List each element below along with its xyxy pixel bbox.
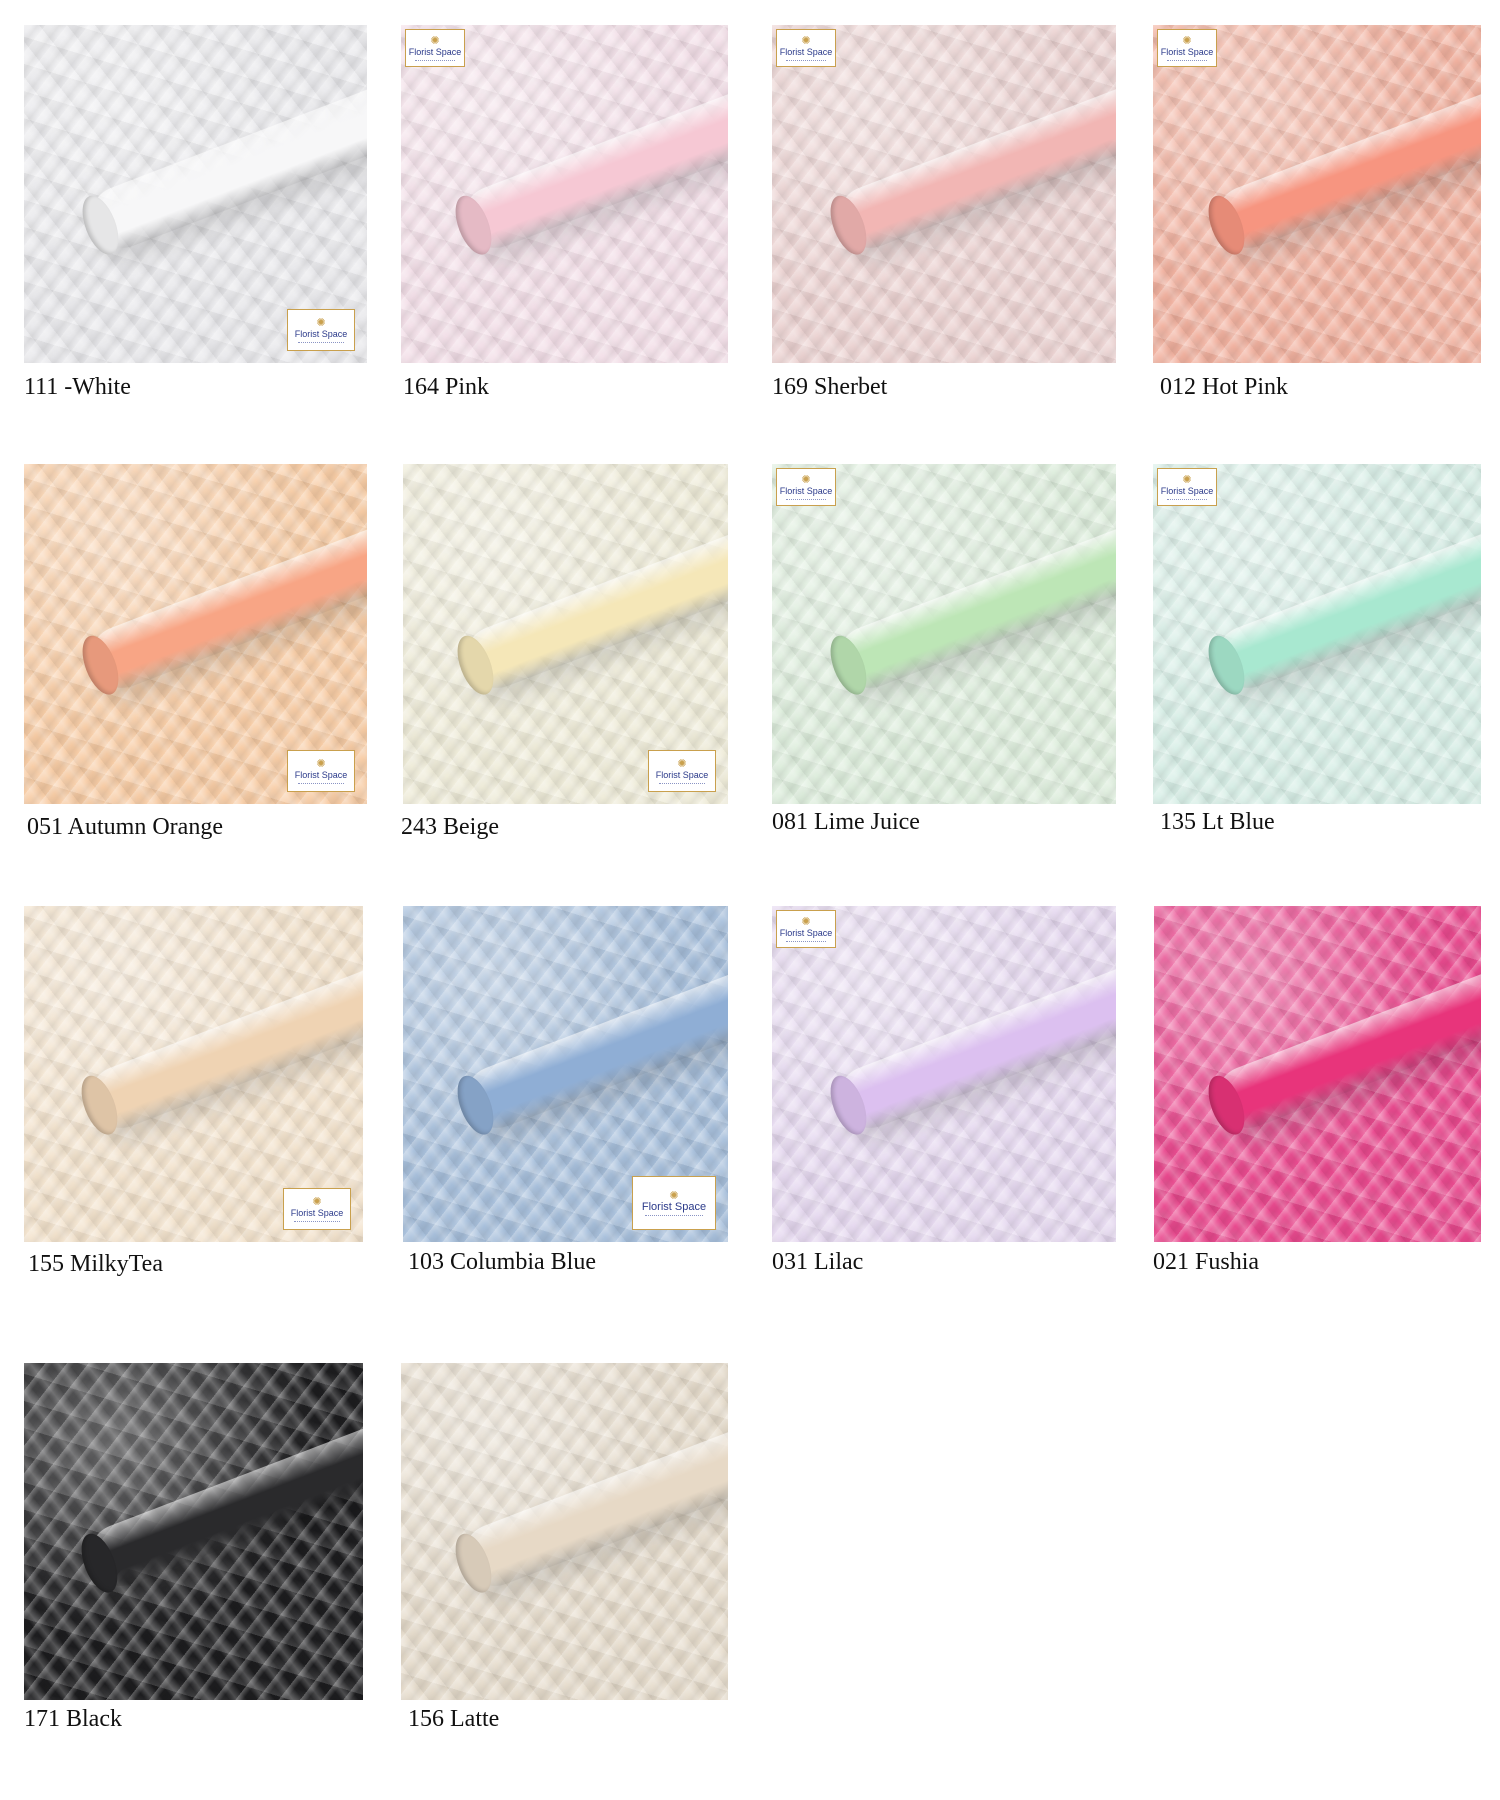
paper-photo: ✺ Florist Space	[1153, 464, 1481, 804]
florist-space-logo: ✺ Florist Space	[287, 309, 355, 351]
swatch-label: 156 Latte	[408, 1706, 500, 1732]
logo-mandala-icon: ✺	[316, 757, 326, 770]
logo-tagline	[785, 940, 827, 942]
swatch-label: 111 -White	[24, 374, 131, 400]
logo-mandala-icon: ✺	[312, 1195, 322, 1208]
logo-tagline	[1166, 498, 1208, 500]
logo-mandala-icon: ✺	[1182, 473, 1192, 486]
logo-tagline	[293, 1220, 341, 1222]
roll-end	[450, 1071, 501, 1140]
logo-mandala-icon: ✺	[677, 757, 687, 770]
swatch-label: 135 Lt Blue	[1160, 809, 1275, 835]
roll-end	[1200, 631, 1252, 700]
paper-roll	[74, 933, 363, 1140]
roll-end	[448, 191, 499, 260]
paper-roll	[823, 491, 1116, 700]
swatch-label: 155 MilkyTea	[28, 1251, 163, 1277]
paper-photo: ✺ Florist Space	[401, 25, 728, 363]
paper-roll	[448, 58, 728, 260]
swatch-label: 081 Lime Juice	[772, 809, 920, 835]
roll-end	[74, 1071, 125, 1140]
florist-space-logo: ✺ Florist Space	[648, 750, 716, 792]
logo-mandala-icon: ✺	[430, 34, 440, 47]
florist-space-logo: ✺ Florist Space	[632, 1176, 716, 1230]
florist-space-logo: ✺ Florist Space	[1157, 29, 1217, 67]
logo-tagline	[658, 782, 706, 784]
logo-mandala-icon: ✺	[801, 473, 811, 486]
paper-roll	[74, 1391, 363, 1598]
paper-roll	[1201, 938, 1481, 1140]
paper-roll	[74, 491, 367, 700]
swatch-label: 243 Beige	[401, 814, 499, 840]
logo-mandala-icon: ✺	[1182, 34, 1192, 47]
roll-end	[823, 1071, 874, 1140]
logo-mandala-icon: ✺	[316, 316, 326, 329]
paper-photo: ✺ Florist Space	[403, 464, 728, 804]
swatch-label: 169 Sherbet	[772, 374, 888, 400]
paper-roll	[1200, 498, 1481, 700]
florist-space-logo: ✺ Florist Space	[287, 750, 355, 792]
florist-space-logo: ✺ Florist Space	[405, 29, 465, 67]
florist-space-logo: ✺ Florist Space	[776, 29, 836, 67]
paper-photo: ✺ Florist Space	[772, 25, 1116, 363]
paper-roll	[74, 51, 367, 260]
paper-roll	[450, 499, 728, 700]
roll-end	[823, 631, 874, 700]
roll-end	[823, 191, 874, 260]
paper-photo: ✺ Florist Space	[24, 464, 367, 804]
swatch-label: 021 Fushia	[1153, 1249, 1260, 1275]
roll-end	[448, 1528, 499, 1598]
florist-space-logo: ✺ Florist Space	[1157, 468, 1217, 506]
paper-roll	[448, 1396, 728, 1598]
roll-end	[74, 631, 126, 700]
swatch-label: 164 Pink	[403, 374, 490, 400]
paper-photo: ✺ Florist Space	[24, 906, 363, 1242]
florist-space-logo: ✺ Florist Space	[776, 468, 836, 506]
roll-end	[1201, 1071, 1252, 1140]
paper-photo: ✺ Florist Space	[772, 464, 1116, 804]
logo-tagline	[1166, 59, 1208, 61]
florist-space-logo: ✺ Florist Space	[776, 910, 836, 948]
logo-tagline	[785, 59, 827, 61]
paper-photo: ✺ Florist Space	[403, 906, 728, 1242]
paper-photo	[1154, 906, 1481, 1242]
paper-roll	[1200, 58, 1481, 260]
swatch-label: 031 Lilac	[772, 1249, 864, 1275]
swatch-label: 051 Autumn Orange	[27, 814, 223, 840]
logo-tagline	[414, 59, 456, 61]
paper-photo	[401, 1363, 728, 1700]
swatch-label: 012 Hot Pink	[1160, 374, 1289, 400]
logo-tagline	[297, 782, 345, 784]
roll-end	[74, 191, 126, 260]
logo-mandala-icon: ✺	[669, 1189, 679, 1202]
swatch-label: 171 Black	[24, 1706, 122, 1732]
roll-end	[450, 631, 501, 700]
roll-end	[1200, 191, 1252, 260]
florist-space-logo: ✺ Florist Space	[283, 1188, 351, 1230]
paper-photo	[24, 1363, 363, 1700]
logo-tagline	[785, 498, 827, 500]
swatch-label: 103 Columbia Blue	[408, 1249, 596, 1275]
paper-photo: ✺ Florist Space	[1153, 25, 1481, 363]
logo-mandala-icon: ✺	[801, 915, 811, 928]
paper-roll	[823, 931, 1116, 1140]
roll-end	[74, 1528, 125, 1598]
paper-photo: ✺ Florist Space	[772, 906, 1116, 1242]
paper-photo: ✺ Florist Space	[24, 25, 367, 363]
logo-tagline	[297, 341, 345, 343]
paper-roll	[450, 939, 728, 1140]
logo-tagline	[645, 1214, 703, 1216]
logo-mandala-icon: ✺	[801, 34, 811, 47]
paper-roll	[823, 51, 1116, 260]
